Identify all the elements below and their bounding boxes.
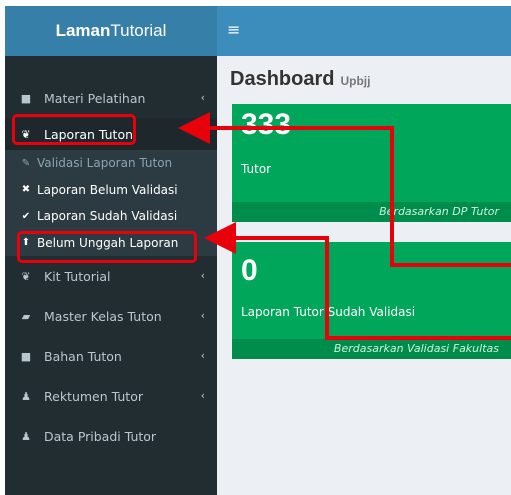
sidebar-item-label: Bahan Tuton (44, 348, 122, 364)
folder-icon: ■ (20, 91, 32, 105)
submenu-item-validasi-laporan[interactable]: ✎ Validasi Laporan Tuton (5, 150, 217, 177)
logo-rest: Tutorial (110, 21, 167, 40)
top-navbar: ≡ (217, 6, 511, 56)
stat-footer[interactable]: Berdasarkan Validasi Fakultas (232, 339, 511, 359)
stat-label: Tutor (241, 162, 272, 176)
edit-icon: ✎ (21, 157, 31, 169)
sidebar-item-bahan-tuton[interactable]: ■ Bahan Tuton ‹ (5, 336, 217, 376)
book-icon: ▰ (21, 309, 31, 323)
submenu-item-label: Laporan Belum Validasi (37, 182, 178, 197)
logo-bold: Laman (55, 21, 111, 40)
stat-number: 0 (241, 254, 258, 287)
check-icon: ✔ (21, 210, 31, 222)
chevron-left-icon: ‹ (200, 389, 205, 402)
highlight-belum-unggah-laporan (17, 231, 197, 263)
leaf-icon: ❦ (21, 269, 31, 283)
chevron-left-icon: ‹ (200, 309, 205, 322)
sidebar-item-data-pribadi-tutor[interactable]: ♟ Data Pribadi Tutor (5, 416, 217, 456)
submenu-item-label: Laporan Sudah Validasi (37, 209, 178, 224)
page-subtitle: Upbjj (340, 74, 371, 88)
chevron-left-icon: ‹ (200, 91, 205, 104)
stat-footer[interactable]: Berdasarkan DP Tutor (232, 202, 511, 222)
user-plus-icon: ♟ (21, 389, 31, 403)
chevron-left-icon: ‹ (200, 269, 205, 282)
highlight-laporan-tuton (12, 114, 136, 145)
chevron-left-icon: ‹ (200, 349, 205, 362)
sidebar-item-label: Rektumen Tutor (44, 388, 143, 404)
sidebar-item-label: Materi Pelatihan (44, 90, 146, 106)
stat-box-tutor[interactable]: 333 Tutor Berdasarkan DP Tutor (232, 104, 511, 222)
sidebar-item-label: Data Pribadi Tutor (44, 428, 157, 444)
stat-box-laporan-validasi[interactable]: 0 Laporan Tutor Sudah Validasi Berdasark… (232, 242, 511, 359)
close-icon: ✖ (21, 184, 31, 196)
logo[interactable]: Laman Tutorial (5, 6, 217, 56)
page-title: Dashboard Upbjj (230, 68, 370, 91)
submenu-item-laporan-belum-validasi[interactable]: ✖ Laporan Belum Validasi (5, 177, 217, 204)
submenu-item-laporan-sudah-validasi[interactable]: ✔ Laporan Sudah Validasi (5, 203, 217, 230)
sidebar-item-rektumen-tutor[interactable]: ♟ Rektumen Tutor ‹ (5, 376, 217, 416)
menu-toggle-icon[interactable]: ≡ (227, 20, 240, 39)
sidebar-item-materi-pelatihan[interactable]: ■ Materi Pelatihan ‹ (5, 78, 217, 118)
sidebar-item-label: Master Kelas Tuton (44, 308, 162, 324)
submenu-item-label: Validasi Laporan Tuton (37, 156, 173, 171)
stat-label: Laporan Tutor Sudah Validasi (241, 305, 416, 319)
page-title-text: Dashboard (230, 68, 335, 90)
sidebar-item-master-kelas-tuton[interactable]: ▰ Master Kelas Tuton ‹ (5, 296, 217, 336)
sidebar-item-label: Kit Tutorial (44, 268, 111, 284)
user-icon: ♟ (21, 429, 31, 443)
stat-number: 333 (241, 108, 292, 141)
folder-icon: ■ (20, 349, 32, 363)
